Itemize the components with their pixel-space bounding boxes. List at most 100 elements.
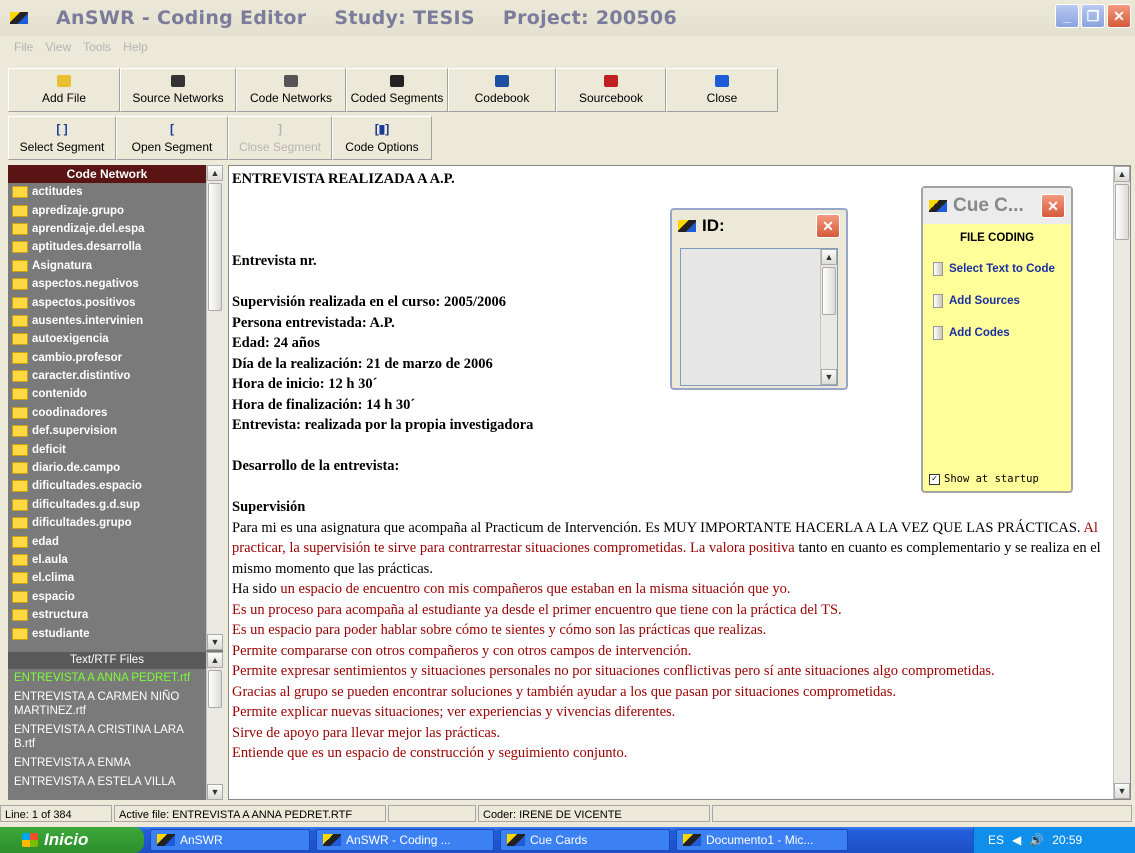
id-list-scrollbar[interactable]: ▲ ▼: [820, 249, 837, 385]
menu-file[interactable]: File: [14, 40, 33, 60]
code-network-item[interactable]: ausentes.intervinien: [8, 312, 206, 330]
code-network-item[interactable]: aprendizaje.del.espa: [8, 220, 206, 238]
text-file-item[interactable]: ENTREVISTA A CARMEN NIÑO MARTINEZ.rtf: [14, 690, 204, 718]
code-network-item[interactable]: diario.de.campo: [8, 459, 206, 477]
codebook-button[interactable]: Codebook: [448, 68, 556, 112]
cue-add-codes-button[interactable]: Add Codes: [933, 326, 1063, 340]
status-line: Line: 1 of 384: [0, 805, 112, 822]
code-network-item[interactable]: Asignatura: [8, 257, 206, 275]
code-network-item[interactable]: apredizaje.grupo: [8, 201, 206, 219]
code-network-item[interactable]: autoexigencia: [8, 330, 206, 348]
coded-line[interactable]: Es un proceso para acompaña al estudiant…: [232, 600, 1112, 621]
coded-line[interactable]: Permite explicar nuevas situaciones; ver…: [232, 702, 1112, 723]
folder-icon: [12, 406, 28, 419]
code-network-item[interactable]: def.supervision: [8, 422, 206, 440]
cue-add-sources-button[interactable]: Add Sources: [933, 294, 1063, 308]
close-button[interactable]: Close: [666, 68, 778, 112]
code-network-item[interactable]: estructura: [8, 606, 206, 624]
code-network-scrollbar[interactable]: ▲ ▼: [206, 165, 223, 650]
coded-line[interactable]: Permite compararse con otros compañeros …: [232, 641, 1112, 662]
code-network-item[interactable]: el.clima: [8, 569, 206, 587]
text-file-item[interactable]: ENTREVISTA A ESTELA VILLA: [14, 775, 204, 789]
coded-line[interactable]: Es un espacio para poder hablar sobre có…: [232, 620, 1112, 641]
code-network-item[interactable]: contenido: [8, 385, 206, 403]
checkmark-icon[interactable]: ✓: [929, 473, 940, 485]
cue-item-label[interactable]: Add Sources: [949, 294, 1020, 308]
text-file-item[interactable]: ENTREVISTA A ANNA PEDRET.rtf: [14, 671, 204, 685]
taskbar-button[interactable]: AnSWR - Coding ...: [316, 829, 494, 851]
coded-line[interactable]: Sirve de apoyo para llevar mejor las prá…: [232, 723, 1112, 744]
code-network-item[interactable]: aspectos.positivos: [8, 293, 206, 311]
scroll-down-icon[interactable]: ▼: [207, 784, 223, 800]
coded-line[interactable]: Gracias al grupo se pueden encontrar sol…: [232, 682, 1112, 703]
cue-cards-close-button[interactable]: ✕: [1041, 194, 1065, 218]
code-network-item[interactable]: edad: [8, 532, 206, 550]
code-network-item[interactable]: dificultades.grupo: [8, 514, 206, 532]
scroll-thumb[interactable]: [1115, 184, 1129, 240]
code-network-item[interactable]: el.aula: [8, 551, 206, 569]
p1-plain[interactable]: Para mi es una asignatura que acompaña a…: [232, 520, 1081, 536]
scroll-thumb[interactable]: [822, 267, 836, 315]
taskbar-button[interactable]: Cue Cards: [500, 829, 670, 851]
scroll-down-icon[interactable]: ▼: [821, 369, 837, 385]
text-file-item[interactable]: ENTREVISTA A ENMA: [14, 756, 204, 770]
close-window-button[interactable]: ✕: [1107, 4, 1131, 28]
id-window-close-button[interactable]: ✕: [816, 214, 840, 238]
supervision-heading[interactable]: Supervisión: [232, 497, 1112, 518]
p2-coded[interactable]: un espacio de encuentro con mis compañer…: [280, 581, 790, 597]
tray-chevron-icon[interactable]: ◀: [1012, 833, 1021, 847]
folder-icon: [12, 609, 28, 622]
p2-plain[interactable]: Ha sido: [232, 581, 280, 597]
scroll-up-icon[interactable]: ▲: [821, 249, 837, 265]
code-network-item[interactable]: dificultades.g.d.sup: [8, 496, 206, 514]
cue-item-label[interactable]: Select Text to Code: [949, 262, 1055, 276]
code-network-item[interactable]: aptitudes.desarrolla: [8, 238, 206, 256]
maximize-button[interactable]: ❐: [1081, 4, 1105, 28]
code-network-item[interactable]: deficit: [8, 440, 206, 458]
menu-tools[interactable]: Tools: [83, 40, 111, 60]
scroll-down-icon[interactable]: ▼: [207, 634, 223, 650]
coded-segments-button[interactable]: Coded Segments: [346, 68, 448, 112]
taskbar-button[interactable]: Documento1 - Mic...: [676, 829, 848, 851]
code-network-item[interactable]: cambio.profesor: [8, 349, 206, 367]
coded-line[interactable]: Entiende que es un espacio de construcci…: [232, 743, 1112, 764]
show-at-startup-checkbox[interactable]: ✓ Show at startup: [929, 473, 1039, 485]
menu-help[interactable]: Help: [123, 40, 148, 60]
text-files-scrollbar[interactable]: ▲ ▼: [206, 652, 223, 800]
cue-select-text-button[interactable]: Select Text to Code: [933, 262, 1063, 276]
select-segment-button[interactable]: [ ] Select Segment: [8, 116, 116, 160]
scroll-up-icon[interactable]: ▲: [1114, 166, 1130, 182]
taskbar-button[interactable]: AnSWR: [150, 829, 310, 851]
scroll-up-icon[interactable]: ▲: [207, 165, 223, 181]
code-networks-button[interactable]: Code Networks: [236, 68, 346, 112]
scroll-thumb[interactable]: [208, 670, 222, 708]
code-network-item[interactable]: espacio: [8, 588, 206, 606]
scroll-down-icon[interactable]: ▼: [1114, 783, 1130, 799]
code-network-item[interactable]: caracter.distintivo: [8, 367, 206, 385]
minimize-button[interactable]: _: [1055, 4, 1079, 28]
code-network-item[interactable]: actitudes: [8, 183, 206, 201]
volume-icon[interactable]: 🔊: [1029, 833, 1044, 847]
add-file-button[interactable]: Add File: [8, 68, 120, 112]
sourcebook-button[interactable]: Sourcebook: [556, 68, 666, 112]
paragraph-2[interactable]: Ha sido un espacio de encuentro con mis …: [232, 579, 1112, 600]
code-network-item[interactable]: aspectos.negativos: [8, 275, 206, 293]
menu-view[interactable]: View: [45, 40, 71, 60]
start-button[interactable]: Inicio: [0, 827, 144, 853]
task-list: AnSWR AnSWR - Coding ... Cue Cards Document…: [144, 829, 848, 851]
scroll-thumb[interactable]: [208, 183, 222, 311]
text-file-item[interactable]: ENTREVISTA A CRISTINA LARA B.rtf: [14, 723, 204, 751]
code-network-item[interactable]: coodinadores: [8, 404, 206, 422]
open-segment-button[interactable]: [Open Segment: [116, 116, 228, 160]
code-network-item[interactable]: estudiante: [8, 624, 206, 642]
id-list[interactable]: ▲ ▼: [680, 248, 838, 386]
editor-scrollbar[interactable]: ▲ ▼: [1113, 166, 1130, 799]
paragraph-1[interactable]: Para mi es una asignatura que acompaña a…: [232, 518, 1112, 580]
language-indicator[interactable]: ES: [988, 833, 1004, 847]
code-options-button[interactable]: [▮] Code Options: [332, 116, 432, 160]
source-networks-button[interactable]: Source Networks: [120, 68, 236, 112]
code-network-item[interactable]: dificultades.espacio: [8, 477, 206, 495]
coded-line[interactable]: Permite expresar sentimientos y situacio…: [232, 661, 1112, 682]
cue-item-label[interactable]: Add Codes: [949, 326, 1010, 340]
scroll-up-icon[interactable]: ▲: [207, 652, 223, 668]
